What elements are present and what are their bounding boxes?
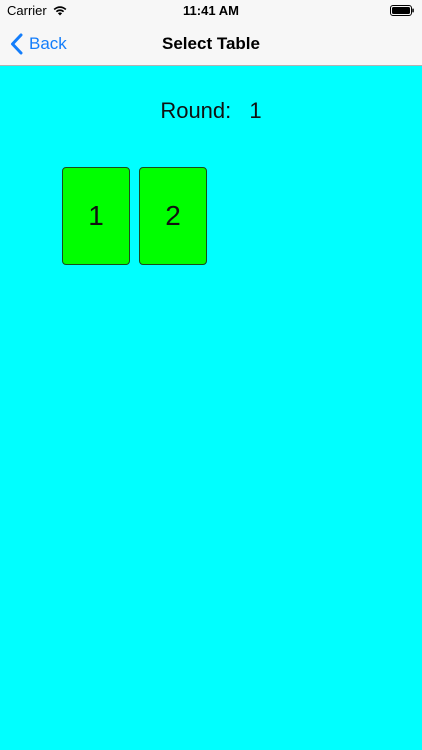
- page-title: Select Table: [162, 34, 260, 53]
- navigation-bar: Back Select Table: [0, 22, 422, 66]
- round-indicator: Round: 1: [0, 98, 422, 124]
- round-value: 1: [249, 98, 262, 123]
- battery-icon: [390, 5, 414, 16]
- status-bar: Carrier 11:41 AM: [0, 0, 422, 22]
- table-card-2[interactable]: 2: [139, 167, 207, 265]
- table-card-1[interactable]: 1: [62, 167, 130, 265]
- round-label: Round:: [160, 98, 232, 123]
- status-time: 11:41 AM: [183, 3, 239, 18]
